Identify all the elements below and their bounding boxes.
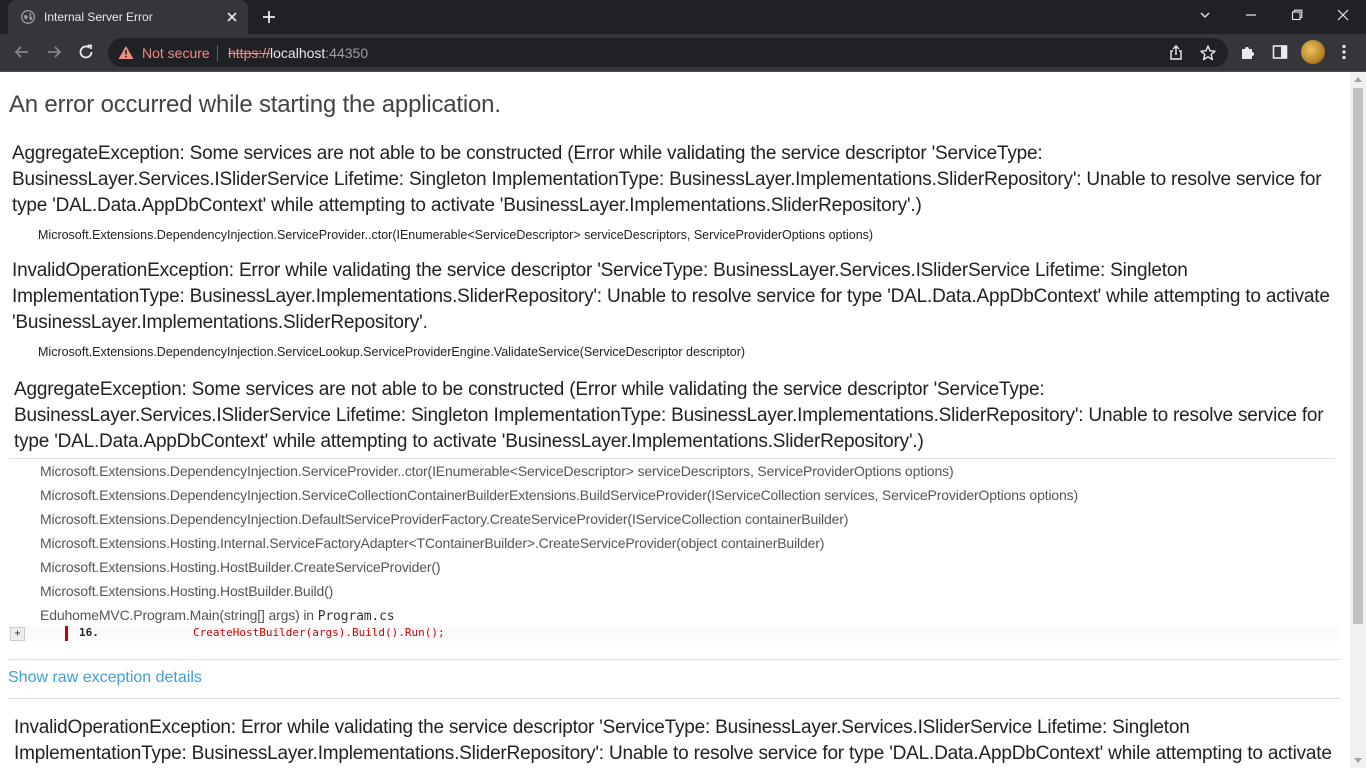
minimize-icon (1246, 14, 1256, 16)
divider (9, 458, 1335, 459)
expand-source-button[interactable]: + (10, 627, 25, 641)
more-vert-icon (1342, 44, 1346, 60)
address-bar[interactable]: Not secure https://localhost:44350 (108, 38, 1228, 67)
url-port: :44350 (325, 45, 369, 61)
url-text[interactable]: https://localhost:44350 (228, 45, 368, 61)
divider (8, 659, 1340, 660)
back-button[interactable] (11, 41, 33, 63)
exception-frame: Microsoft.Extensions.DependencyInjection… (38, 345, 746, 359)
page-scrollbar[interactable] (1350, 72, 1366, 768)
forward-button[interactable] (43, 41, 65, 63)
reload-button[interactable] (75, 41, 97, 63)
error-line-marker (65, 626, 68, 641)
tab-search-button[interactable] (1182, 0, 1228, 30)
scroll-up-icon[interactable] (1354, 77, 1362, 82)
exception-frame: Microsoft.Extensions.DependencyInjection… (38, 228, 874, 242)
menu-button[interactable] (1333, 41, 1355, 63)
detail-exception-message: AggregateException: Some services are no… (14, 379, 1324, 452)
not-secure-label[interactable]: Not secure (142, 45, 210, 61)
arrow-left-icon (14, 46, 28, 58)
restore-button[interactable] (1274, 0, 1320, 30)
stack-frame[interactable]: Microsoft.Extensions.DependencyInjection… (40, 511, 848, 527)
error-code-line: CreateHostBuilder(args).Build().Run(); (193, 626, 445, 639)
side-panel-icon (1272, 45, 1288, 59)
browser-toolbar: Not secure https://localhost:44350 (0, 34, 1366, 72)
arrow-right-icon (48, 46, 62, 58)
reload-icon (79, 44, 93, 59)
restore-icon (1291, 9, 1303, 21)
next-exception-message: InvalidOperationException: Error while v… (14, 717, 1332, 764)
stack-frame[interactable]: Microsoft.Extensions.DependencyInjection… (40, 487, 1078, 503)
close-icon[interactable] (224, 9, 240, 25)
url-host: localhost (270, 45, 326, 61)
source-code-row: + 16. CreateHostBuilder(args).Build().Ru… (9, 626, 1340, 641)
stack-frame[interactable]: Microsoft.Extensions.Hosting.Internal.Se… (40, 535, 824, 551)
url-scheme: https:// (228, 45, 271, 61)
puzzle-icon (1242, 47, 1254, 59)
minimize-button[interactable] (1228, 0, 1274, 30)
stack-frame-program-main[interactable]: EduhomeMVC.Program.Main(string[] args) i… (40, 607, 395, 624)
stack-frame[interactable]: Microsoft.Extensions.DependencyInjection… (40, 463, 954, 479)
show-raw-exception-link[interactable]: Show raw exception details (8, 669, 202, 687)
warning-icon[interactable] (118, 45, 134, 60)
scroll-thumb[interactable] (1353, 88, 1363, 624)
tab-strip: Internal Server Error (0, 0, 1366, 34)
omnibox-divider (217, 45, 218, 61)
scroll-down-icon[interactable] (1354, 758, 1362, 763)
tab-title: Internal Server Error (44, 10, 153, 24)
exception-message: AggregateException: Some services are no… (12, 143, 1322, 216)
page-content: An error occurred while starting the app… (0, 72, 1350, 768)
source-file-name: Program.cs (317, 609, 395, 624)
star-icon[interactable] (1199, 44, 1217, 62)
side-panel-button[interactable] (1269, 41, 1291, 63)
share-icon[interactable] (1167, 44, 1185, 62)
exception-message: InvalidOperationException: Error while v… (12, 260, 1330, 333)
extensions-button[interactable] (1237, 41, 1259, 63)
close-icon (1337, 9, 1349, 21)
globe-icon (21, 10, 35, 24)
close-window-button[interactable] (1320, 0, 1366, 30)
stack-frame[interactable]: Microsoft.Extensions.Hosting.HostBuilder… (40, 559, 441, 575)
new-tab-icon[interactable] (261, 9, 277, 25)
chevron-down-icon (1200, 12, 1210, 18)
stack-frame[interactable]: Microsoft.Extensions.Hosting.HostBuilder… (40, 583, 333, 599)
line-number: 16. (79, 626, 99, 639)
stack-frame-text: EduhomeMVC.Program.Main(string[] args) i… (40, 607, 318, 623)
profile-avatar[interactable] (1301, 40, 1325, 64)
tab-internal-server-error[interactable]: Internal Server Error (8, 0, 248, 34)
divider (8, 698, 1340, 699)
page-title: An error occurred while starting the app… (9, 91, 501, 118)
